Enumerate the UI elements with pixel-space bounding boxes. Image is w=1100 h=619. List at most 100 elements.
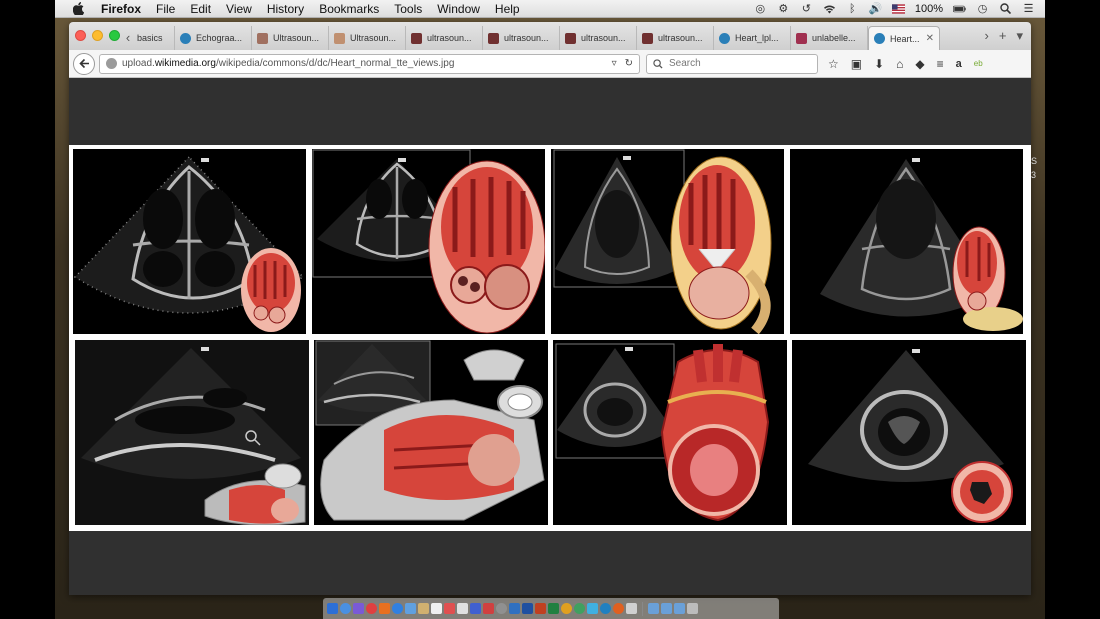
scroll-tabs-right-icon[interactable]: ›	[985, 28, 989, 44]
system-prefs-dock-icon[interactable]	[496, 603, 507, 614]
app-dock-icon[interactable]	[379, 603, 390, 614]
reload-icon[interactable]: ↻	[625, 58, 633, 69]
time-machine-icon[interactable]: ↺	[800, 3, 813, 15]
dock-separator	[642, 601, 643, 616]
tab-ultrasound-1[interactable]: Ultrasoun...	[252, 26, 329, 50]
image-frame[interactable]	[69, 145, 1031, 531]
close-window-button[interactable]	[75, 30, 86, 41]
volume-icon[interactable]: 🔊	[869, 3, 883, 15]
mail-dock-icon[interactable]	[405, 603, 416, 614]
tab-heart-lpl[interactable]: Heart_lpl...	[714, 26, 791, 50]
pocket-icon[interactable]: ◆	[915, 57, 924, 71]
app-dock-icon[interactable]	[587, 603, 598, 614]
star-app-dock-icon[interactable]	[353, 603, 364, 614]
menu-edit[interactable]: Edit	[190, 2, 211, 16]
menu-app-name[interactable]: Firefox	[101, 2, 141, 16]
trash-dock-icon[interactable]	[687, 603, 698, 614]
tab-label: ultrasoun...	[504, 33, 549, 43]
apple-menu-icon[interactable]	[71, 2, 85, 16]
new-tab-icon[interactable]: +	[999, 28, 1007, 44]
close-tab-icon[interactable]: ✕	[926, 33, 934, 44]
reading-list-icon[interactable]: ▣	[851, 57, 862, 71]
url-bar[interactable]: upload.wikimedia.org/wikipedia/commons/d…	[99, 53, 640, 74]
navigation-toolbar: upload.wikimedia.org/wikipedia/commons/d…	[69, 50, 1031, 78]
notes-dock-icon[interactable]	[457, 603, 468, 614]
tab-ultrasound-5[interactable]: ultrasoun...	[560, 26, 637, 50]
photo-booth-dock-icon[interactable]	[444, 603, 455, 614]
creative-cloud-icon[interactable]: ◎	[754, 3, 767, 15]
app-dock-icon[interactable]	[600, 603, 611, 614]
us-flag-icon[interactable]	[891, 3, 905, 15]
spotlight-search-icon[interactable]	[999, 3, 1012, 15]
folder-dock-icon[interactable]	[661, 603, 672, 614]
finder-dock-icon[interactable]	[327, 603, 338, 614]
menu-help[interactable]: Help	[495, 2, 520, 16]
menu-hamburger-icon[interactable]: ≡	[937, 57, 944, 71]
tab-ultrasound-4[interactable]: ultrasoun...	[483, 26, 560, 50]
menu-view[interactable]: View	[226, 2, 252, 16]
app-dock-icon[interactable]	[483, 603, 494, 614]
notification-center-icon[interactable]: ☰	[1022, 3, 1035, 15]
app-dock-icon[interactable]	[561, 603, 572, 614]
tab-unlabelled[interactable]: unlabelle...	[791, 26, 868, 50]
excel-dock-icon[interactable]	[548, 603, 559, 614]
tab-echograa[interactable]: Echograa...	[175, 26, 252, 50]
echo-panel-apical-4ch	[73, 149, 306, 334]
home-icon[interactable]: ⌂	[896, 57, 903, 71]
image-favicon-icon	[565, 32, 576, 44]
minimize-window-button[interactable]	[92, 30, 103, 41]
tab-list-dropdown-icon[interactable]: ▾	[1016, 28, 1023, 44]
url-path: /wikipedia/commons/d/dc/Heart_normal_tte…	[215, 58, 455, 69]
ebay-addon-icon[interactable]: eb	[974, 59, 983, 68]
calendar-dock-icon[interactable]	[431, 603, 442, 614]
maximize-window-button[interactable]	[109, 30, 120, 41]
url-text[interactable]: upload.wikimedia.org/wikipedia/commons/d…	[122, 58, 454, 69]
app-dock-icon[interactable]	[509, 603, 520, 614]
contacts-dock-icon[interactable]	[418, 603, 429, 614]
music-dock-icon[interactable]	[366, 603, 377, 614]
bookmark-star-icon[interactable]: ☆	[828, 57, 839, 71]
tab-label: ultrasoun...	[658, 33, 703, 43]
app-store-dock-icon[interactable]	[470, 603, 481, 614]
amazon-addon-icon[interactable]: a	[956, 58, 962, 70]
tab-heart-active[interactable]: Heart... ✕	[868, 26, 940, 50]
safari-dock-icon[interactable]	[340, 603, 351, 614]
tab-ultrasound-6[interactable]: ultrasoun...	[637, 26, 714, 50]
tab-ultrasound-3[interactable]: ultrasoun...	[406, 26, 483, 50]
menu-window[interactable]: Window	[437, 2, 480, 16]
tab-label: Heart...	[890, 33, 920, 44]
tab-label: Heart_lpl...	[735, 33, 779, 43]
back-button[interactable]	[73, 52, 95, 75]
battery-icon[interactable]	[953, 3, 966, 15]
bluetooth-icon[interactable]: ᛒ	[846, 3, 859, 15]
arrow-left-icon	[78, 58, 89, 69]
word-dock-icon[interactable]	[522, 603, 533, 614]
downloads-dock-icon[interactable]	[674, 603, 685, 614]
echo-panel-apical-5ch	[312, 149, 545, 334]
toolbar-icons: ☆ ▣ ⬇ ⌂ ◆ ≡ a eb	[828, 57, 983, 71]
clock-icon[interactable]: ◷	[976, 3, 989, 15]
menu-bookmarks[interactable]: Bookmarks	[319, 2, 379, 16]
tab-basics[interactable]: basics	[125, 26, 175, 50]
menu-history[interactable]: History	[267, 2, 304, 16]
tab-label: ultrasoun...	[581, 33, 626, 43]
sync-icon[interactable]: ⚙	[777, 3, 790, 15]
tab-label: Ultrasoun...	[350, 33, 397, 43]
url-dropdown-icon[interactable]: ▿	[612, 58, 617, 69]
app-dock-icon[interactable]	[626, 603, 637, 614]
powerpoint-dock-icon[interactable]	[535, 603, 546, 614]
menu-tools[interactable]: Tools	[394, 2, 422, 16]
search-icon	[653, 58, 663, 69]
firefox-dock-icon[interactable]	[613, 603, 624, 614]
echo-panel-short-axis-base	[553, 340, 787, 525]
tab-strip: ‹ basics Echograa... Ultrasoun... Ultras…	[69, 22, 1031, 50]
tab-ultrasound-2[interactable]: Ultrasoun...	[329, 26, 406, 50]
menu-file[interactable]: File	[156, 2, 175, 16]
wifi-icon[interactable]	[823, 3, 836, 15]
folder-dock-icon[interactable]	[648, 603, 659, 614]
search-input[interactable]: Search	[646, 53, 818, 74]
app-dock-icon[interactable]	[392, 603, 403, 614]
battery-percent: 100%	[914, 2, 943, 15]
download-icon[interactable]: ⬇	[874, 57, 884, 71]
app-dock-icon[interactable]	[574, 603, 585, 614]
